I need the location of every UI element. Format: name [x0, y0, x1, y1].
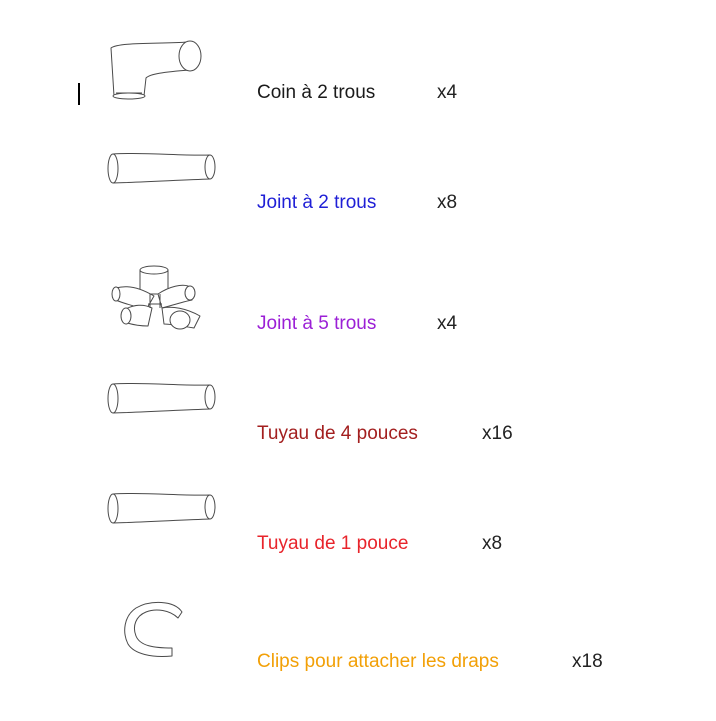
part-label: Tuyau de 4 pouces — [257, 423, 418, 444]
part-quantity: x8 — [437, 192, 458, 213]
part-row-pipe-4-inch: Tuyau de 4 pouces x16 — [0, 340, 716, 444]
part-quantity: x16 — [482, 423, 513, 444]
part-row-corner: Coin à 2 trous x4 — [0, 0, 716, 103]
five-way-joint-icon — [110, 264, 206, 330]
part-label: Clips pour attacher les draps — [257, 651, 499, 672]
sheet-clip-icon — [122, 598, 186, 662]
pipe-4-inch-icon — [106, 382, 218, 416]
part-quantity: x8 — [482, 533, 503, 554]
part-row-straight-joint: Joint à 2 trous x8 — [0, 110, 716, 213]
corner-pipe-icon — [108, 40, 208, 100]
pipe-1-inch-icon — [106, 492, 218, 526]
part-label: Joint à 2 trous — [257, 192, 377, 213]
part-label: Coin à 2 trous — [257, 82, 376, 103]
part-quantity: x4 — [437, 313, 458, 334]
part-label: Tuyau de 1 pouce — [257, 533, 409, 554]
part-label: Joint à 5 trous — [257, 313, 377, 334]
part-quantity: x4 — [437, 82, 458, 103]
part-quantity: x18 — [572, 651, 603, 672]
straight-joint-icon — [106, 152, 218, 186]
part-row-pipe-1-inch: Tuyau de 1 pouce x8 — [0, 450, 716, 554]
part-row-five-way-joint: Joint à 5 trous x4 — [0, 230, 716, 334]
part-row-sheet-clip: Clips pour attacher les draps x18 — [0, 560, 716, 672]
